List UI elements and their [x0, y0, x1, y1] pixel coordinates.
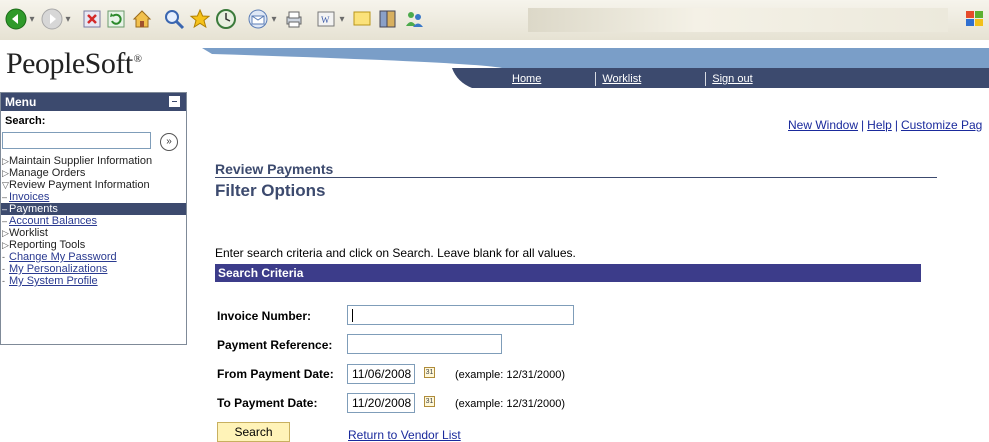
home-icon[interactable]: [130, 7, 154, 31]
from-payment-date-input[interactable]: 11/06/2008: [347, 364, 415, 384]
expand-arrow-icon: ▷: [2, 168, 9, 178]
menu-item-system-profile[interactable]: - My System Profile: [1, 275, 186, 287]
print-icon[interactable]: [282, 7, 306, 31]
breadcrumb-divider: [215, 177, 937, 178]
menu-item-label: Payments: [9, 203, 58, 215]
invoice-number-input[interactable]: [347, 305, 574, 325]
customize-page-link[interactable]: Customize Pag: [901, 118, 982, 132]
stop-icon[interactable]: [80, 7, 104, 31]
peoplesoft-logo: PeopleSoft®: [6, 47, 142, 81]
expand-arrow-icon: ▷: [2, 228, 9, 238]
nav-separator: [595, 72, 597, 86]
sign-out-link[interactable]: Sign out: [712, 73, 752, 85]
discuss-icon[interactable]: [350, 7, 374, 31]
menu-item-label: Manage Orders: [9, 167, 86, 179]
messenger-icon[interactable]: [402, 7, 426, 31]
svg-text:W: W: [321, 15, 330, 25]
logo-mark: ®: [133, 53, 142, 65]
browser-toolbar: ▾ ▾ ▾ W ▾: [0, 0, 989, 41]
expand-arrow-icon: ▷: [2, 156, 9, 166]
system-profile-link[interactable]: My System Profile: [9, 275, 98, 287]
menu-search-label: Search:: [5, 115, 46, 127]
link-separator: |: [861, 118, 865, 132]
from-payment-date-label: From Payment Date:: [217, 367, 334, 381]
favorites-icon[interactable]: [188, 7, 212, 31]
to-payment-date-input[interactable]: 11/20/2008: [347, 393, 415, 413]
menu-item-label: Review Payment Information: [9, 179, 150, 191]
menu-item-label: Maintain Supplier Information: [9, 155, 153, 167]
to-date-example: (example: 12/31/2000): [455, 398, 566, 410]
menu-item-account-balances[interactable]: – Account Balances: [1, 215, 186, 227]
expand-arrow-icon: ▷: [2, 240, 9, 250]
change-password-link[interactable]: Change My Password: [9, 251, 117, 263]
link-separator: |: [894, 118, 898, 132]
edit-dropdown-icon[interactable]: ▾: [338, 8, 346, 32]
menu-title: Menu: [5, 95, 37, 109]
worklist-link[interactable]: Worklist: [602, 73, 641, 85]
payment-reference-label: Payment Reference:: [217, 338, 333, 352]
collapse-icon[interactable]: [169, 96, 180, 107]
menu-item-label: Reporting Tools: [9, 239, 86, 251]
nav-separator: [705, 72, 707, 86]
menu-item-payments[interactable]: – Payments: [1, 203, 186, 215]
dash-icon: -: [2, 264, 5, 274]
dash-icon: –: [2, 204, 8, 214]
invoice-number-label: Invoice Number:: [217, 309, 312, 323]
breadcrumb: Review Payments: [215, 161, 334, 177]
home-link[interactable]: Home: [512, 73, 541, 85]
page-utility-links: New Window | Help | Customize Pag: [788, 118, 982, 132]
account-balances-link[interactable]: Account Balances: [9, 215, 97, 227]
menu-search-go-icon[interactable]: »: [160, 133, 178, 151]
menu-item-worklist[interactable]: ▷ Worklist: [1, 227, 186, 239]
menu-item-maintain-supplier[interactable]: ▷ Maintain Supplier Information: [1, 155, 186, 167]
return-to-vendor-list-link[interactable]: Return to Vendor List: [348, 428, 461, 442]
menu-header: Menu: [1, 93, 186, 111]
menu-items: ▷ Maintain Supplier Information ▷ Manage O…: [1, 155, 186, 287]
back-dropdown-icon[interactable]: ▾: [28, 8, 36, 32]
menu-item-personalizations[interactable]: - My Personalizations: [1, 263, 186, 275]
refresh-icon[interactable]: [104, 7, 128, 31]
calendar-icon[interactable]: 31: [424, 396, 435, 407]
forward-dropdown-icon[interactable]: ▾: [64, 8, 72, 32]
instructions-text: Enter search criteria and click on Searc…: [215, 246, 576, 260]
dash-icon: -: [2, 252, 5, 262]
personalizations-link[interactable]: My Personalizations: [9, 263, 107, 275]
dash-icon: -: [2, 276, 5, 286]
edit-icon[interactable]: W: [314, 7, 338, 31]
mail-dropdown-icon[interactable]: ▾: [270, 8, 278, 32]
history-icon[interactable]: [214, 7, 238, 31]
research-icon[interactable]: [376, 7, 400, 31]
help-link[interactable]: Help: [867, 118, 892, 132]
menu-item-label: Worklist: [9, 227, 48, 239]
search-icon[interactable]: [162, 7, 186, 31]
menu-search-input[interactable]: [2, 132, 151, 149]
calendar-icon[interactable]: 31: [424, 367, 435, 378]
text-cursor: [352, 309, 353, 323]
dash-icon: –: [2, 216, 8, 226]
forward-icon[interactable]: [40, 7, 64, 31]
menu-item-change-password[interactable]: - Change My Password: [1, 251, 186, 263]
new-window-link[interactable]: New Window: [788, 118, 858, 132]
menu-item-manage-orders[interactable]: ▷ Manage Orders: [1, 167, 186, 179]
menu-item-invoices[interactable]: – Invoices: [1, 191, 186, 203]
dash-icon: –: [2, 192, 8, 202]
page-title: Filter Options: [215, 181, 326, 200]
collapse-arrow-icon: ▽: [2, 180, 9, 190]
search-criteria-header: Search Criteria: [215, 264, 921, 282]
menu-item-review-payment[interactable]: ▽ Review Payment Information: [1, 179, 186, 191]
toolbar-blurred-area: [528, 8, 948, 32]
menu-panel: Menu Search: » ▷ Maintain Supplier Inform…: [0, 92, 187, 345]
mail-icon[interactable]: [246, 7, 270, 31]
top-nav-links: Home Worklist Sign out: [512, 72, 753, 86]
logo-text: PeopleSoft: [6, 47, 133, 80]
search-button[interactable]: Search: [217, 422, 290, 442]
payment-reference-input[interactable]: [347, 334, 502, 354]
menu-item-reporting-tools[interactable]: ▷ Reporting Tools: [1, 239, 186, 251]
back-icon[interactable]: [4, 7, 28, 31]
to-payment-date-label: To Payment Date:: [217, 396, 318, 410]
from-date-example: (example: 12/31/2000): [455, 369, 566, 381]
windows-logo-icon: [964, 8, 986, 30]
invoices-link[interactable]: Invoices: [9, 191, 49, 203]
